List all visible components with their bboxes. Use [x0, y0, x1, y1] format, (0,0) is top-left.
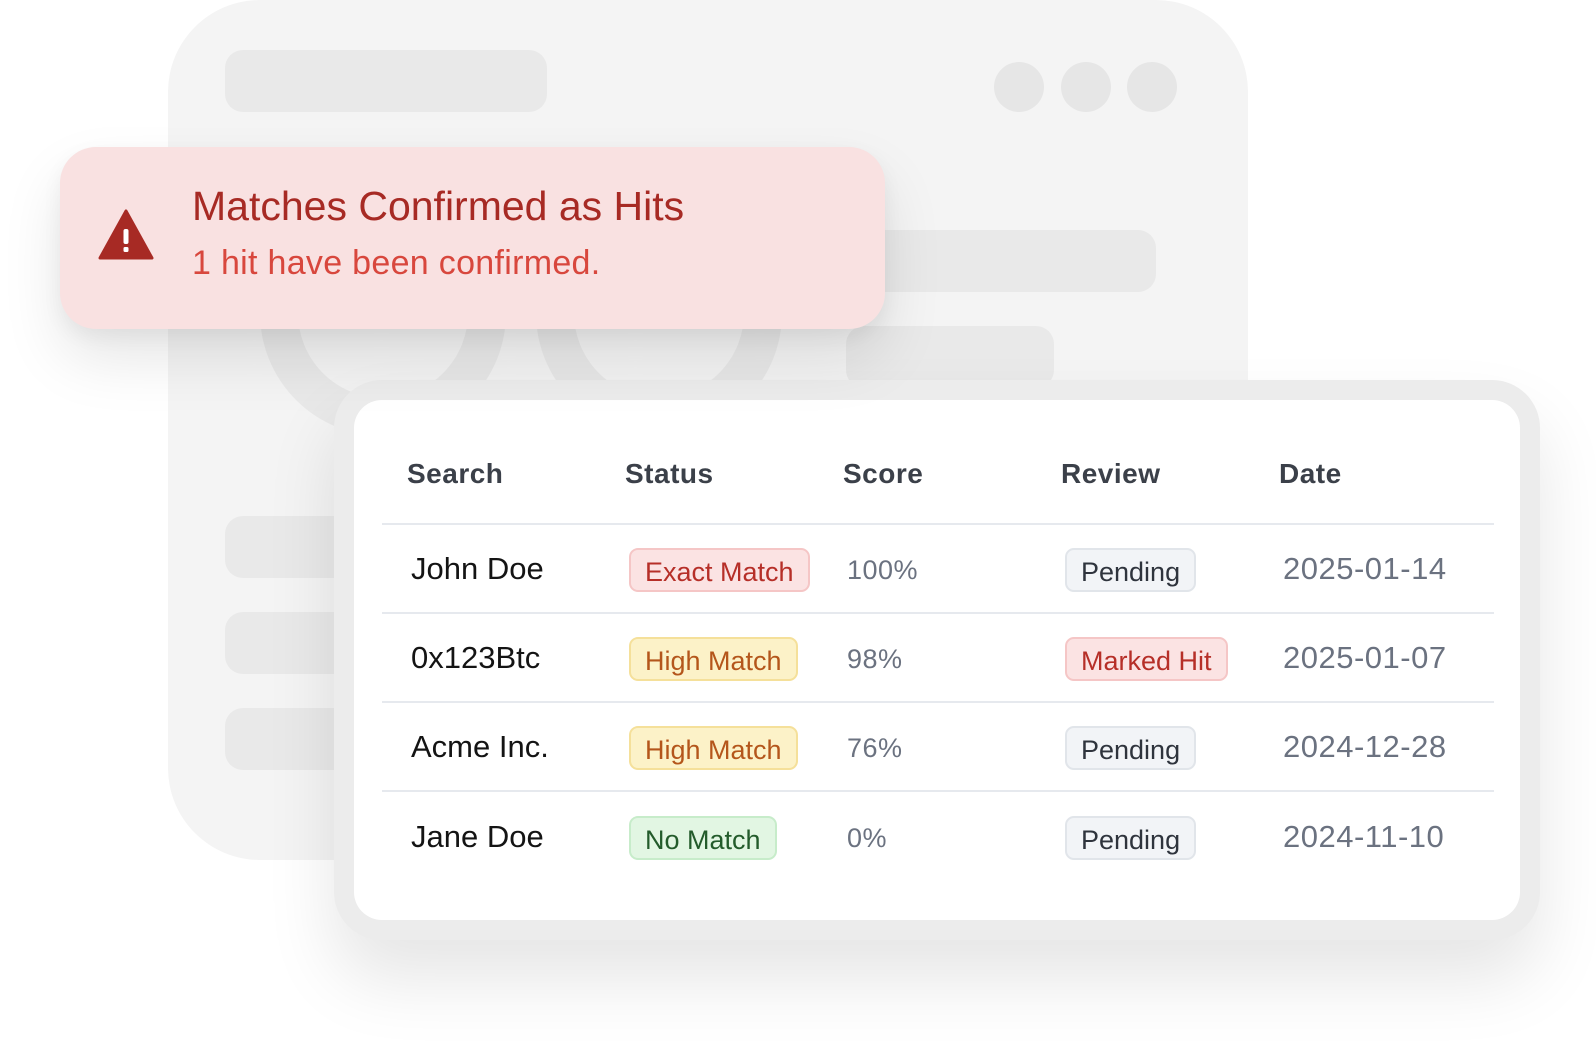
row-score: 98%: [847, 644, 903, 674]
hits-confirmed-alert: Matches Confirmed as Hits 1 hit have bee…: [60, 147, 885, 329]
row-date: 2024-11-10: [1283, 819, 1445, 854]
results-table-card: Search Status Score Review Date John Doe…: [334, 380, 1540, 940]
status-badge: No Match: [629, 816, 777, 860]
review-badge: Pending: [1065, 726, 1197, 770]
row-search-name: Jane Doe: [411, 819, 544, 854]
results-table: Search Status Score Review Date John Doe…: [354, 400, 1520, 920]
skeleton-window-dot: [1061, 62, 1111, 112]
skeleton-title-bar: [225, 50, 547, 112]
alert-title: Matches Confirmed as Hits: [192, 183, 685, 229]
header-divider: [382, 523, 1494, 525]
row-divider: [382, 790, 1494, 792]
status-badge: Exact Match: [629, 548, 810, 592]
warning-triangle-icon: [98, 209, 154, 260]
skeleton-text-line: [846, 326, 1054, 388]
row-score: 0%: [847, 823, 888, 853]
row-score: 76%: [847, 733, 903, 763]
row-search-name: John Doe: [411, 551, 544, 586]
row-divider: [382, 612, 1494, 614]
illustration-stage: Search Status Score Review Date John Doe…: [0, 0, 1596, 1058]
row-score: 100%: [847, 555, 919, 585]
alert-message: 1 hit have been confirmed.: [192, 244, 601, 282]
skeleton-text-line: [848, 230, 1156, 292]
column-header-review: Review: [1061, 458, 1161, 489]
row-date: 2025-01-14: [1283, 551, 1447, 586]
review-badge: Marked Hit: [1065, 637, 1228, 681]
column-header-search: Search: [407, 458, 504, 489]
row-date: 2025-01-07: [1283, 640, 1447, 675]
column-header-status: Status: [625, 458, 714, 489]
status-badge: High Match: [629, 637, 798, 681]
column-header-date: Date: [1279, 458, 1342, 489]
status-badge: High Match: [629, 726, 798, 770]
skeleton-window-dot: [994, 62, 1044, 112]
review-badge: Pending: [1065, 816, 1197, 860]
skeleton-window-dot: [1127, 62, 1177, 112]
row-date: 2024-12-28: [1283, 729, 1447, 764]
row-search-name: 0x123Btc: [411, 640, 541, 675]
column-header-score: Score: [843, 458, 924, 489]
review-badge: Pending: [1065, 548, 1197, 592]
row-search-name: Acme Inc.: [411, 729, 549, 764]
row-divider: [382, 701, 1494, 703]
